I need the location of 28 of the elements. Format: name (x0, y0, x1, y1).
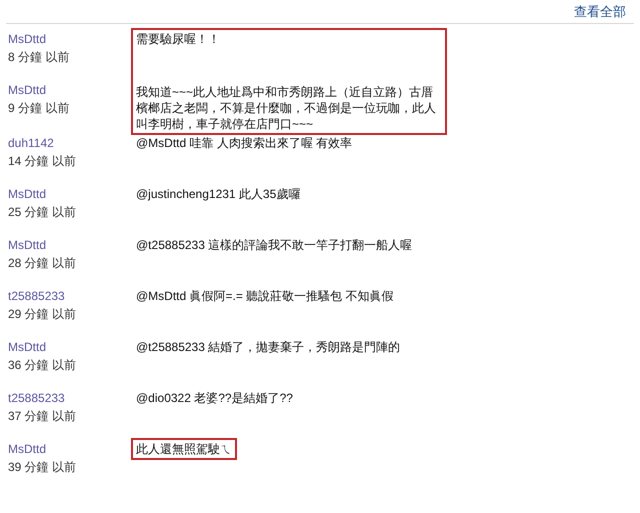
comment-time: 8 分鐘 以前 (8, 49, 70, 66)
author-link[interactable]: t25885233 (8, 288, 65, 304)
comment-text: @justincheng1231 此人35歲囉 (135, 186, 300, 202)
author-link[interactable]: t25885233 (8, 390, 65, 406)
view-all-link[interactable]: 查看全部 (574, 2, 626, 22)
comment-time: 36 分鐘 以前 (8, 357, 76, 374)
comment-text: 此人還無照駕駛ㄟ (136, 441, 232, 457)
comment-text: @t25885233 結婚了，拋妻棄子，秀朗路是門陣的 (135, 339, 400, 355)
comment-text: @dio0322 老婆??是結婚了?? (135, 390, 293, 406)
comment-time: 39 分鐘 以前 (8, 459, 76, 476)
comment-text: @MsDttd 哇靠 人肉搜索出來了喔 有效率 (135, 135, 352, 151)
author-link[interactable]: MsDttd (8, 82, 46, 98)
comment-text: @MsDttd 眞假阿=.= 聽說莊敬一推騷包 不知眞假 (135, 288, 394, 304)
comment-time: 29 分鐘 以前 (8, 306, 76, 323)
comment-time: 9 分鐘 以前 (8, 100, 70, 117)
comment-time: 28 分鐘 以前 (8, 255, 76, 272)
author-link[interactable]: MsDttd (8, 31, 46, 47)
author-link[interactable]: duh1142 (8, 135, 54, 151)
comment-text: @t25885233 這樣的評論我不敢一竿子打翻一船人喔 (135, 237, 412, 253)
comment-text: 我知道~~~此人地址爲中和市秀朗路上（近自立路）古厝檳榔店之老闆，不算是什麼咖，不過倒是一位玩咖，此人叫李明樹，車子就停在店門口~~~ (136, 84, 437, 132)
author-link[interactable]: MsDttd (8, 237, 46, 253)
author-link[interactable]: MsDttd (8, 441, 46, 457)
author-link[interactable]: MsDttd (8, 339, 46, 355)
comment-time: 14 分鐘 以前 (8, 153, 76, 170)
comment-time: 25 分鐘 以前 (8, 204, 76, 221)
comment-text: 需要驗尿喔！！ (136, 31, 221, 47)
comment-time: 37 分鐘 以前 (8, 408, 76, 425)
author-link[interactable]: MsDttd (8, 186, 46, 202)
